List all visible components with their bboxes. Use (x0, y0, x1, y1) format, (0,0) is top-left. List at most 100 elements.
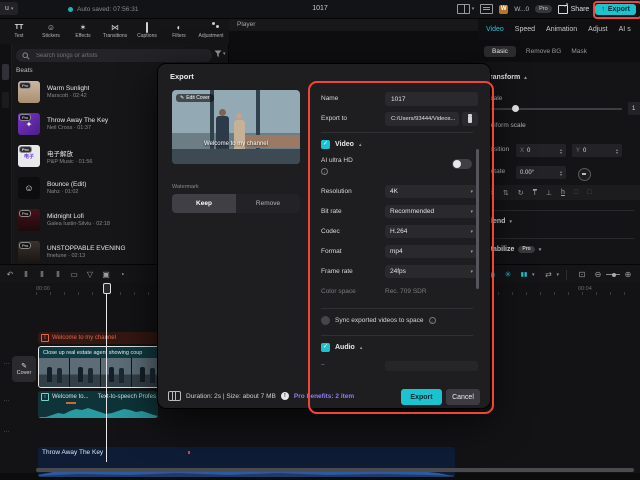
freeze-icon[interactable]: ▽ (82, 270, 98, 279)
position-y-field[interactable]: Y0 ▴▾ (572, 144, 622, 157)
stabilize-section-header[interactable]: Stabilize Pro ▾ (486, 246, 541, 253)
beats-section-title: Beats (16, 67, 33, 74)
sync-checkbox[interactable] (321, 316, 330, 325)
delete-icon[interactable]: ▭ (66, 270, 82, 279)
export-dialog: Export ✎ Edit Cover Welcome to my channe… (158, 64, 490, 408)
scale-slider[interactable] (486, 108, 622, 110)
music-search[interactable] (16, 49, 212, 62)
dialog-cancel-button[interactable]: Cancel (446, 389, 480, 405)
track-options-icon[interactable]: … (3, 427, 10, 434)
undo-icon[interactable]: ↶ (2, 270, 18, 279)
scale-value[interactable]: 1 (628, 102, 640, 115)
subtab-basic[interactable]: Basic (484, 46, 516, 57)
tab-adjust[interactable]: Adjust (588, 26, 607, 33)
scale-slider-knob[interactable] (512, 105, 519, 112)
rotate-field[interactable]: 0.00° ▴▾ (516, 166, 566, 179)
tab-animation[interactable]: Animation (546, 26, 577, 33)
stepper-icon[interactable]: ▴▾ (560, 148, 562, 154)
chevron-down-icon[interactable]: ▾ (556, 272, 559, 278)
chevron-up-icon[interactable]: ▴ (359, 142, 362, 148)
align-bottom-icon[interactable]: ⊥ (546, 189, 552, 197)
timeline-zoom-slider[interactable] (606, 274, 620, 275)
tab-ai[interactable]: AI s (619, 26, 631, 33)
video-checkbox[interactable]: ✓ (321, 140, 330, 149)
crop-icon[interactable]: ▣ (98, 270, 114, 279)
subtab-remove-bg[interactable]: Remove BG (526, 48, 561, 55)
watermark-keep-button[interactable]: Keep (172, 194, 236, 213)
framerate-dropdown[interactable]: 24fps▾ (385, 265, 478, 278)
export-path-input[interactable]: C:/Users/93444/Videos... (385, 112, 459, 126)
music-category[interactable] (2, 92, 9, 108)
chevron-up-icon[interactable]: ▴ (360, 345, 363, 351)
track-options-icon[interactable]: … (3, 359, 10, 366)
magnet-icon[interactable]: ✳ (500, 270, 516, 279)
text-to-speech-clip[interactable]: T Welcome to... Text-to-speech Profes (38, 391, 158, 418)
search-icon (22, 52, 30, 60)
audio-checkbox[interactable]: ✓ (321, 343, 330, 352)
share-button[interactable]: ↗ Share (558, 5, 590, 14)
rotate-dial[interactable] (578, 168, 591, 181)
tab-speed[interactable]: Speed (515, 26, 535, 33)
export-button[interactable]: ↑ Export (595, 4, 636, 15)
divider (566, 270, 567, 280)
playhead-handle[interactable] (103, 283, 111, 294)
chevron-down-icon[interactable]: ▾ (532, 272, 535, 278)
panel-toggle-icon[interactable] (480, 4, 493, 14)
bitrate-dropdown[interactable]: Recommended▾ (385, 205, 478, 218)
tool-effects[interactable]: ✶ Effects (68, 23, 98, 39)
dialog-footer-info: Duration: 2s | Size: about 7 MB ! Pro be… (168, 391, 354, 401)
tool-filters[interactable]: ◐ Filters (164, 23, 194, 39)
zoom-in-icon[interactable]: ⊕ (620, 270, 636, 279)
dialog-export-button[interactable]: Export (401, 389, 442, 405)
subtab-mask[interactable]: Mask (571, 48, 587, 55)
split-icon[interactable]: Ⅱ (18, 270, 34, 279)
delete-left-icon[interactable]: Ⅱ (34, 270, 50, 279)
name-input[interactable]: 1017 (385, 92, 478, 106)
resolution-dropdown[interactable]: 4K▾ (385, 185, 478, 198)
format-dropdown[interactable]: mp4▾ (385, 245, 478, 258)
browse-folder-button[interactable] (462, 112, 478, 126)
chevron-up-icon: ▴ (524, 75, 527, 81)
music-filter-button[interactable]: ▾ (214, 50, 226, 58)
pro-benefits-link[interactable]: Pro benefits: 2 item (294, 393, 354, 400)
tool-adjustment[interactable]: Adjustment (196, 23, 226, 39)
dialog-scrollbar[interactable] (476, 149, 479, 289)
speed-icon[interactable]: ◔ (114, 270, 130, 279)
tool-transitions[interactable]: ⋈ Transitions (100, 23, 130, 39)
preview-caption: Welcome to my channel (172, 141, 300, 147)
preview-quality-icon[interactable]: ⊡ (574, 270, 590, 279)
rotate-90-icon[interactable]: ↻ (518, 189, 524, 197)
codec-dropdown[interactable]: H.264▾ (385, 225, 478, 238)
chevron-down-icon: ▾ (470, 229, 473, 235)
track-options-icon[interactable]: … (3, 396, 10, 403)
align-baseline-icon[interactable]: h (561, 189, 565, 196)
mirror-icon[interactable]: ⇄ (540, 270, 556, 279)
workspace-avatar[interactable]: W (499, 5, 508, 14)
music-clip[interactable]: Throw Away The Key (38, 447, 455, 477)
layout-chevron-icon[interactable]: ▾ (472, 6, 475, 12)
transform-section-header[interactable]: Transform▴ (486, 74, 527, 81)
music-category-active[interactable] (2, 64, 9, 80)
align-top-icon[interactable]: T (533, 189, 537, 197)
tool-stickers[interactable]: ☺ Stickers (36, 23, 66, 39)
stepper-icon[interactable]: ▴▾ (560, 170, 562, 176)
zoom-out-icon[interactable]: ⊖ (590, 270, 606, 279)
snap-icon[interactable]: ▮▮ (516, 271, 532, 278)
search-input[interactable] (34, 52, 188, 60)
layout-icon[interactable] (457, 4, 470, 14)
edit-cover-button[interactable]: ✎ Edit Cover (176, 94, 214, 102)
flip-vertical-icon[interactable]: ⇅ (503, 189, 509, 197)
tool-captions[interactable]: Captions (132, 23, 162, 39)
playhead[interactable] (106, 283, 107, 462)
timeline-horizontal-scrollbar[interactable] (36, 468, 634, 472)
clipped-audio-dropdown[interactable] (385, 361, 478, 371)
delete-right-icon[interactable]: Ⅱ (50, 270, 66, 279)
audio-section-row: ✓ Audio ▴ (321, 343, 362, 352)
cover-button[interactable]: ✎ Cover (12, 356, 36, 382)
position-x-field[interactable]: X0 ▴▾ (516, 144, 566, 157)
tool-text[interactable]: TT Text (4, 23, 34, 39)
ai-ultra-hd-toggle[interactable] (452, 159, 472, 169)
tab-video[interactable]: Video (486, 26, 504, 33)
watermark-remove-button[interactable]: Remove (236, 194, 300, 213)
stepper-icon[interactable]: ▴▾ (616, 148, 618, 154)
